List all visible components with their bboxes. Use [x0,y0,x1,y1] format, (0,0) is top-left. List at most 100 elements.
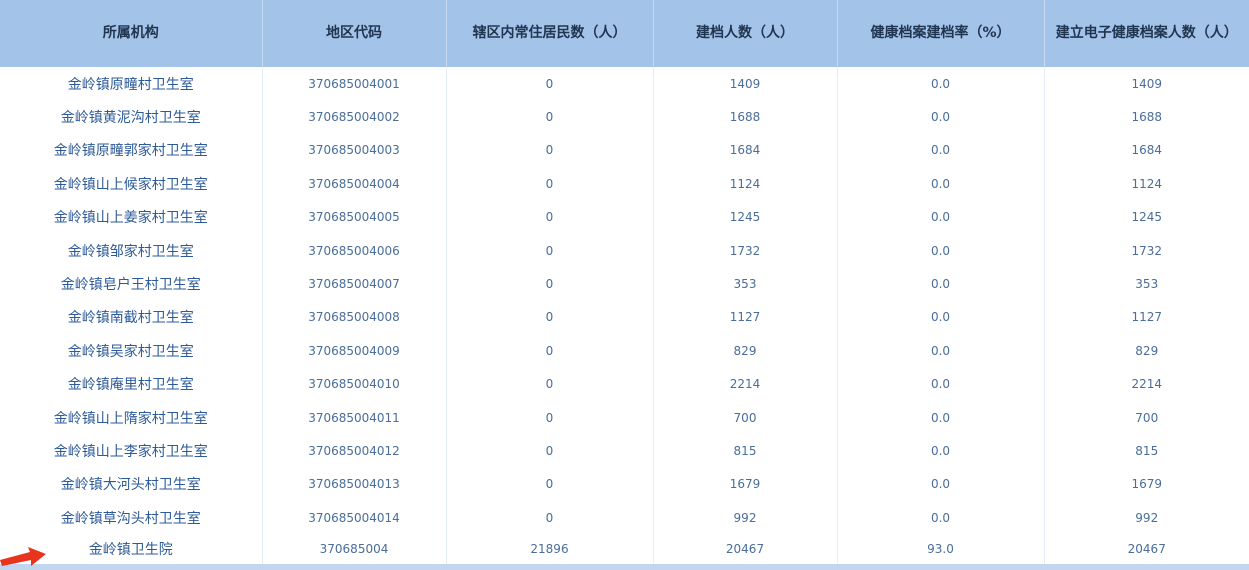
cell-electronic-records: 992 [1135,510,1159,525]
cell-resident-population: 0 [446,200,654,234]
cell-records-count: 2214 [653,367,838,401]
cell-record-rate: 0.0 [837,400,1045,435]
cell-records-count: 992 [653,501,838,535]
cell-resident-population: 0 [446,67,654,101]
cell-region-code: 370685004013 [262,467,447,502]
cell-record-rate: 0.0 [837,501,1045,535]
cell-region-code: 370685004005 [262,200,447,234]
cell-institution: 金岭镇原疃郭家村卫生室 [0,133,263,168]
cell-institution: 金岭镇黄泥沟村卫生室 [0,100,263,134]
cell-region-code: 370685004 [262,534,447,570]
table-row[interactable]: 金岭镇山上李家村卫生室 370685004012 0 815 0.0 815 [0,434,1249,468]
cell-institution: 金岭镇吴家村卫生室 [0,334,263,368]
cell-electronic-records: 1732 [1131,243,1163,258]
cell-electronic-records: 1409 [1131,76,1163,91]
cell-electronic-records: 353 [1135,277,1159,292]
table-row[interactable]: 金岭镇皂户王村卫生室 370685004007 0 353 0.0 353 [0,267,1249,301]
cell-electronic-records: 829 [1135,343,1159,358]
cell-record-rate: 0.0 [837,267,1045,301]
table-row[interactable]: 金岭镇山上候家村卫生室 370685004004 0 1124 0.0 1124 [0,167,1249,201]
cell-resident-population: 0 [446,133,654,168]
table-row[interactable]: 金岭镇邹家村卫生室 370685004006 0 1732 0.0 1732 [0,233,1249,268]
cell-records-count: 829 [653,334,838,368]
column-header-record-rate[interactable]: 健康档案建档率（%） [837,0,1045,67]
table-row[interactable]: 金岭镇卫生院 370685004 21896 20467 93.0 20467 [0,534,1249,570]
health-records-table-container: 所属机构 地区代码 辖区内常住居民数（人） 建档人数（人） 健康档案建档率（%）… [0,0,1249,570]
cell-record-rate: 0.0 [837,367,1045,401]
cell-resident-population: 0 [446,100,654,134]
cell-records-count: 20467 [653,534,838,570]
table-row[interactable]: 金岭镇山上姜家村卫生室 370685004005 0 1245 0.0 1245 [0,200,1249,234]
column-header-region-code[interactable]: 地区代码 [262,0,447,67]
cell-resident-population: 0 [446,300,654,335]
cell-resident-population: 0 [446,434,654,468]
cell-electronic-records: 2214 [1131,377,1163,392]
table-row[interactable]: 金岭镇南截村卫生室 370685004008 0 1127 0.0 1127 [0,300,1249,335]
table-row[interactable]: 金岭镇吴家村卫生室 370685004009 0 829 0.0 829 [0,334,1249,368]
health-records-table: 所属机构 地区代码 辖区内常住居民数（人） 建档人数（人） 健康档案建档率（%）… [0,0,1249,570]
cell-electronic-records: 1688 [1131,110,1163,125]
cell-resident-population: 0 [446,467,654,502]
column-header-resident-population[interactable]: 辖区内常住居民数（人） [446,0,654,67]
cell-institution: 金岭镇草沟头村卫生室 [0,501,263,535]
table-row[interactable]: 金岭镇山上隋家村卫生室 370685004011 0 700 0.0 700 [0,400,1249,435]
cell-resident-population: 0 [446,167,654,201]
cell-electronic-records: 20467 [1044,534,1249,570]
cell-records-count: 1409 [653,67,838,101]
cell-records-count: 1684 [653,133,838,168]
cell-region-code: 370685004007 [262,267,447,301]
cell-record-rate: 0.0 [837,200,1045,234]
cell-records-count: 815 [653,434,838,468]
cell-records-count: 1245 [653,200,838,234]
cell-resident-population: 0 [446,400,654,435]
cell-region-code: 370685004011 [262,400,447,435]
table-row[interactable]: 金岭镇庵里村卫生室 370685004010 0 2214 0.0 2214 [0,367,1249,401]
cell-region-code: 370685004014 [262,501,447,535]
cell-institution: 金岭镇原疃村卫生室 [0,67,263,101]
cell-institution: 金岭镇山上姜家村卫生室 [0,200,263,234]
cell-electronic-records: 1127 [1131,310,1163,325]
cell-electronic-records: 700 [1135,410,1159,425]
cell-region-code: 370685004009 [262,334,447,368]
cell-institution: 金岭镇山上李家村卫生室 [0,434,263,468]
red-arrow-icon [0,547,46,566]
column-header-electronic-records[interactable]: 建立电子健康档案人数（人） [1044,0,1249,67]
cell-resident-population: 0 [446,233,654,268]
cell-electronic-records: 1124 [1131,176,1163,191]
cell-region-code: 370685004002 [262,100,447,134]
cell-record-rate: 0.0 [837,434,1045,468]
cell-region-code: 370685004001 [262,67,447,101]
cell-records-count: 353 [653,267,838,301]
cell-electronic-records: 1245 [1131,210,1163,225]
cell-institution: 金岭镇皂户王村卫生室 [0,267,263,301]
cell-region-code: 370685004008 [262,300,447,335]
cell-resident-population: 0 [446,267,654,301]
cell-records-count: 700 [653,400,838,435]
column-header-records-count[interactable]: 建档人数（人） [653,0,838,67]
cell-electronic-records: 1684 [1131,143,1163,158]
cell-institution: 金岭镇南截村卫生室 [0,300,263,335]
cell-record-rate: 0.0 [837,167,1045,201]
table-row[interactable]: 金岭镇原疃郭家村卫生室 370685004003 0 1684 0.0 1684 [0,133,1249,168]
table-row[interactable]: 金岭镇黄泥沟村卫生室 370685004002 0 1688 0.0 1688 [0,100,1249,134]
cell-resident-population: 0 [446,334,654,368]
cell-records-count: 1124 [653,167,838,201]
column-header-institution[interactable]: 所属机构 [0,0,263,67]
cell-institution: 金岭镇大河头村卫生室 [0,467,263,502]
cell-region-code: 370685004010 [262,367,447,401]
cell-record-rate: 0.0 [837,233,1045,268]
cell-institution: 金岭镇山上候家村卫生室 [0,167,263,201]
cell-institution: 金岭镇邹家村卫生室 [0,233,263,268]
cell-record-rate: 0.0 [837,467,1045,502]
cell-record-rate: 0.0 [837,300,1045,335]
cell-record-rate: 0.0 [837,133,1045,168]
table-header-row: 所属机构 地区代码 辖区内常住居民数（人） 建档人数（人） 健康档案建档率（%）… [0,0,1249,67]
table-row[interactable]: 金岭镇大河头村卫生室 370685004013 0 1679 0.0 1679 [0,467,1249,502]
cell-region-code: 370685004012 [262,434,447,468]
table-row[interactable]: 金岭镇草沟头村卫生室 370685004014 0 992 0.0 992 [0,501,1249,535]
cell-region-code: 370685004003 [262,133,447,168]
cell-resident-population: 21896 [446,534,654,570]
cell-records-count: 1688 [653,100,838,134]
table-row[interactable]: 金岭镇原疃村卫生室 370685004001 0 1409 0.0 1409 [0,67,1249,101]
cell-record-rate: 93.0 [837,534,1045,570]
